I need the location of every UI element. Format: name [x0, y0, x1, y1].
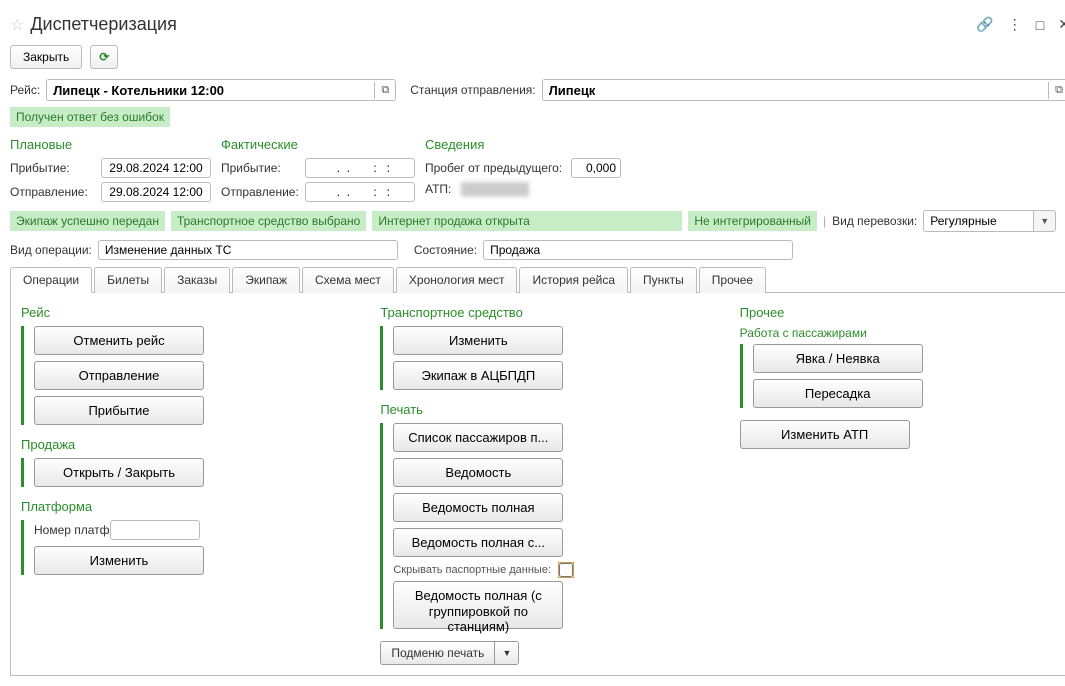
maximize-icon[interactable]: □: [1036, 17, 1044, 33]
sales-section-title: Продажа: [21, 437, 340, 452]
operation-type-label: Вид операции:: [10, 243, 92, 257]
print-submenu-label: Подменю печать: [381, 642, 494, 664]
tab-route-history[interactable]: История рейса: [519, 267, 628, 293]
passengers-subsection-title: Работа с пассажирами: [740, 326, 1059, 340]
mileage-label: Пробег от предыдущего:: [425, 161, 565, 175]
platform-number-label: Номер платформы:: [34, 523, 104, 537]
print-submenu-button[interactable]: Подменю печать ▼: [380, 641, 519, 665]
tab-operations[interactable]: Операции: [10, 267, 92, 293]
actual-arrival-label: Прибытие:: [221, 161, 299, 175]
actual-arrival-input[interactable]: [305, 158, 415, 178]
transport-type-dropdown-icon[interactable]: ▼: [1033, 210, 1056, 232]
state-label: Состояние:: [414, 243, 477, 257]
route-input[interactable]: [47, 80, 374, 101]
open-close-sales-button[interactable]: Открыть / Закрыть: [34, 458, 204, 487]
info-title: Сведения: [425, 137, 1065, 152]
change-atp-button[interactable]: Изменить АТП: [740, 420, 910, 449]
atp-value: ████████: [461, 182, 529, 196]
statement-full-button[interactable]: Ведомость полная: [393, 493, 563, 522]
hide-passport-checkbox[interactable]: [559, 563, 573, 577]
refresh-button[interactable]: ⟳: [90, 45, 118, 69]
platform-section-title: Платформа: [21, 499, 340, 514]
transport-type-input[interactable]: [923, 210, 1033, 232]
transport-type-label: Вид перевозки:: [832, 214, 917, 228]
refresh-icon: ⟳: [99, 50, 109, 64]
change-platform-button[interactable]: Изменить: [34, 546, 204, 575]
statement-grouped-button[interactable]: Ведомость полная (с группировкой по стан…: [393, 581, 563, 629]
hide-passport-label: Скрывать паспортные данные:: [393, 564, 551, 576]
response-status: Получен ответ без ошибок: [10, 107, 170, 127]
planned-departure-label: Отправление:: [10, 185, 95, 199]
tab-orders[interactable]: Заказы: [164, 267, 230, 293]
route-label: Рейс:: [10, 83, 40, 97]
planned-arrival-input[interactable]: [101, 158, 211, 178]
tab-tickets[interactable]: Билеты: [94, 267, 162, 293]
statement-button[interactable]: Ведомость: [393, 458, 563, 487]
attendance-button[interactable]: Явка / Неявка: [753, 344, 923, 373]
planned-arrival-label: Прибытие:: [10, 161, 95, 175]
close-icon[interactable]: ✕: [1058, 16, 1065, 33]
platform-number-input[interactable]: [110, 520, 200, 540]
route-section-title: Рейс: [21, 305, 340, 320]
close-button[interactable]: Закрыть: [10, 45, 82, 69]
cancel-route-button[interactable]: Отменить рейс: [34, 326, 204, 355]
tab-other[interactable]: Прочее: [699, 267, 766, 293]
vehicle-status: Транспортное средство выбрано: [171, 211, 366, 231]
mileage-input[interactable]: [571, 158, 621, 178]
actual-departure-label: Отправление:: [221, 185, 299, 199]
arrival-button[interactable]: Прибытие: [34, 396, 204, 425]
planned-departure-input[interactable]: [101, 182, 211, 202]
change-vehicle-button[interactable]: Изменить: [393, 326, 563, 355]
state-input[interactable]: [483, 240, 793, 260]
crew-status: Экипаж успешно передан: [10, 211, 165, 231]
route-expand-icon[interactable]: ⧉: [374, 82, 395, 99]
tab-seat-map[interactable]: Схема мест: [302, 267, 394, 293]
actual-departure-input[interactable]: [305, 182, 415, 202]
tab-seat-history[interactable]: Хронология мест: [396, 267, 518, 293]
planned-title: Плановые: [10, 137, 211, 152]
station-label: Станция отправления:: [410, 83, 535, 97]
passenger-list-button[interactable]: Список пассажиров п...: [393, 423, 563, 452]
window-title: Диспетчеризация: [30, 14, 976, 35]
chevron-down-icon: ▼: [494, 642, 518, 664]
station-expand-icon[interactable]: ⧉: [1048, 82, 1065, 99]
print-section-title: Печать: [380, 402, 699, 417]
tab-points[interactable]: Пункты: [630, 267, 697, 293]
internet-status: Интернет продажа открыта: [372, 211, 682, 231]
other-section-title: Прочее: [740, 305, 1059, 320]
operation-type-input[interactable]: [98, 240, 398, 260]
more-icon[interactable]: ⋮: [1008, 16, 1022, 33]
vehicle-section-title: Транспортное средство: [380, 305, 699, 320]
integration-status: Не интегрированный: [688, 211, 817, 231]
tab-crew[interactable]: Экипаж: [232, 267, 300, 293]
atp-label: АТП:: [425, 182, 455, 196]
transfer-button[interactable]: Пересадка: [753, 379, 923, 408]
station-input[interactable]: [543, 80, 1049, 101]
departure-button[interactable]: Отправление: [34, 361, 204, 390]
separator: |: [823, 214, 826, 228]
favorite-star-icon[interactable]: ☆: [10, 15, 24, 35]
actual-title: Фактические: [221, 137, 415, 152]
link-icon[interactable]: 🔗: [976, 16, 993, 33]
crew-acbpdp-button[interactable]: Экипаж в АЦБПДП: [393, 361, 563, 390]
statement-full-s-button[interactable]: Ведомость полная с...: [393, 528, 563, 557]
